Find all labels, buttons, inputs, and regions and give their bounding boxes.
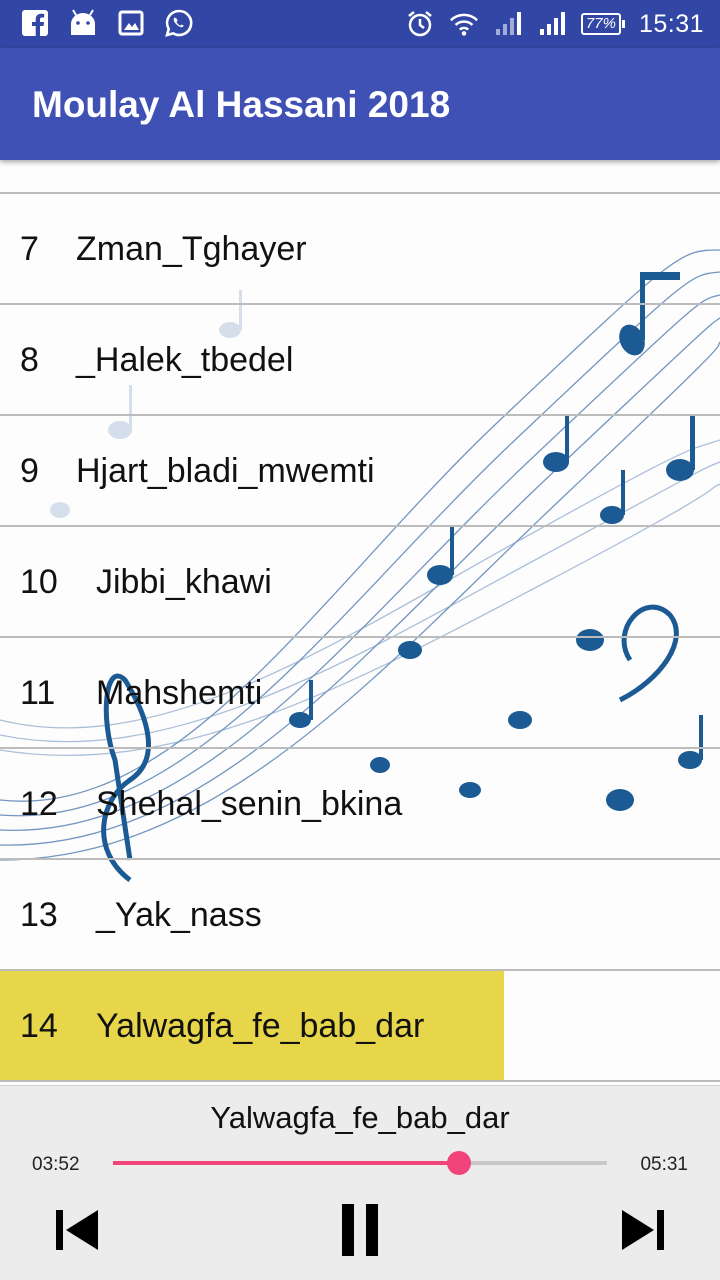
song-number: 12: [20, 785, 58, 823]
battery-tip: [621, 20, 625, 28]
previous-button[interactable]: [47, 1200, 107, 1260]
next-button[interactable]: [613, 1200, 673, 1260]
pause-icon: [342, 1204, 378, 1256]
pause-button[interactable]: [330, 1200, 390, 1260]
song-number: 7: [20, 230, 39, 268]
song-title: Mahshemti: [96, 674, 263, 712]
status-clock: 15:31: [638, 9, 704, 38]
song-list: 6 7 Zman_Tghayer 8 _Halek_tbedel 9 Hjart…: [0, 160, 720, 1082]
system-icons: 77% 15:31: [405, 8, 704, 40]
song-title: Zman_Tghayer: [76, 230, 307, 268]
battery-indicator: 77%: [580, 13, 625, 35]
song-title: _Halek_tbedel: [76, 341, 294, 379]
status-bar: 77% 15:31: [0, 0, 720, 48]
list-item-active[interactable]: 14 Yalwagfa_fe_bab_dar: [0, 971, 720, 1082]
gallery-icon: [116, 8, 146, 38]
player-panel: Yalwagfa_fe_bab_dar 03:52 05:31: [0, 1085, 720, 1280]
song-number: 8: [20, 341, 39, 379]
song-number: 10: [20, 563, 58, 601]
list-item[interactable]: 8 _Halek_tbedel: [0, 305, 720, 416]
skip-next-icon: [622, 1210, 664, 1250]
list-item[interactable]: 11 Mahshemti: [0, 638, 720, 749]
facebook-icon: [20, 8, 50, 38]
notification-icons: [20, 8, 194, 38]
whatsapp-icon: [164, 8, 194, 38]
song-list-area[interactable]: 6 7 Zman_Tghayer 8 _Halek_tbedel 9 Hjart…: [0, 160, 720, 1085]
song-number: 13: [20, 896, 58, 934]
app-bar: Moulay Al Hassani 2018: [0, 48, 720, 160]
now-playing-title: Yalwagfa_fe_bab_dar: [210, 1100, 510, 1135]
seek-bar[interactable]: [113, 1151, 607, 1175]
signal-sim1-icon: [493, 9, 523, 39]
list-item[interactable]: 12 Shehal_senin_bkina: [0, 749, 720, 860]
seek-bar-thumb[interactable]: [447, 1151, 472, 1175]
battery-level: 77%: [580, 13, 621, 35]
list-item[interactable]: 7 Zman_Tghayer: [0, 194, 720, 305]
song-number: 9: [20, 452, 39, 490]
song-number: 14: [20, 1007, 58, 1045]
song-title: _Yak_nass: [96, 896, 262, 934]
skip-previous-icon: [56, 1210, 98, 1250]
elapsed-time: 03:52: [32, 1154, 80, 1175]
song-title: Hjart_bladi_mwemti: [76, 452, 375, 490]
song-title: Yalwagfa_fe_bab_dar: [96, 1007, 425, 1045]
song-number: 11: [20, 674, 56, 712]
total-time: 05:31: [640, 1154, 688, 1175]
app-title: Moulay Al Hassani 2018: [32, 84, 451, 125]
android-icon: [68, 8, 98, 38]
song-title: Jibbi_khawi: [96, 563, 272, 601]
alarm-icon: [405, 9, 435, 39]
list-item[interactable]: 9 Hjart_bladi_mwemti: [0, 416, 720, 527]
song-title: Shehal_senin_bkina: [96, 785, 403, 823]
list-item[interactable]: 13 _Yak_nass: [0, 860, 720, 971]
signal-sim2-icon: [537, 9, 567, 39]
wifi-icon: [449, 9, 479, 39]
list-item[interactable]: 10 Jibbi_khawi: [0, 527, 720, 638]
seek-bar-progress: [113, 1161, 460, 1165]
list-item[interactable]: 6: [0, 160, 720, 194]
